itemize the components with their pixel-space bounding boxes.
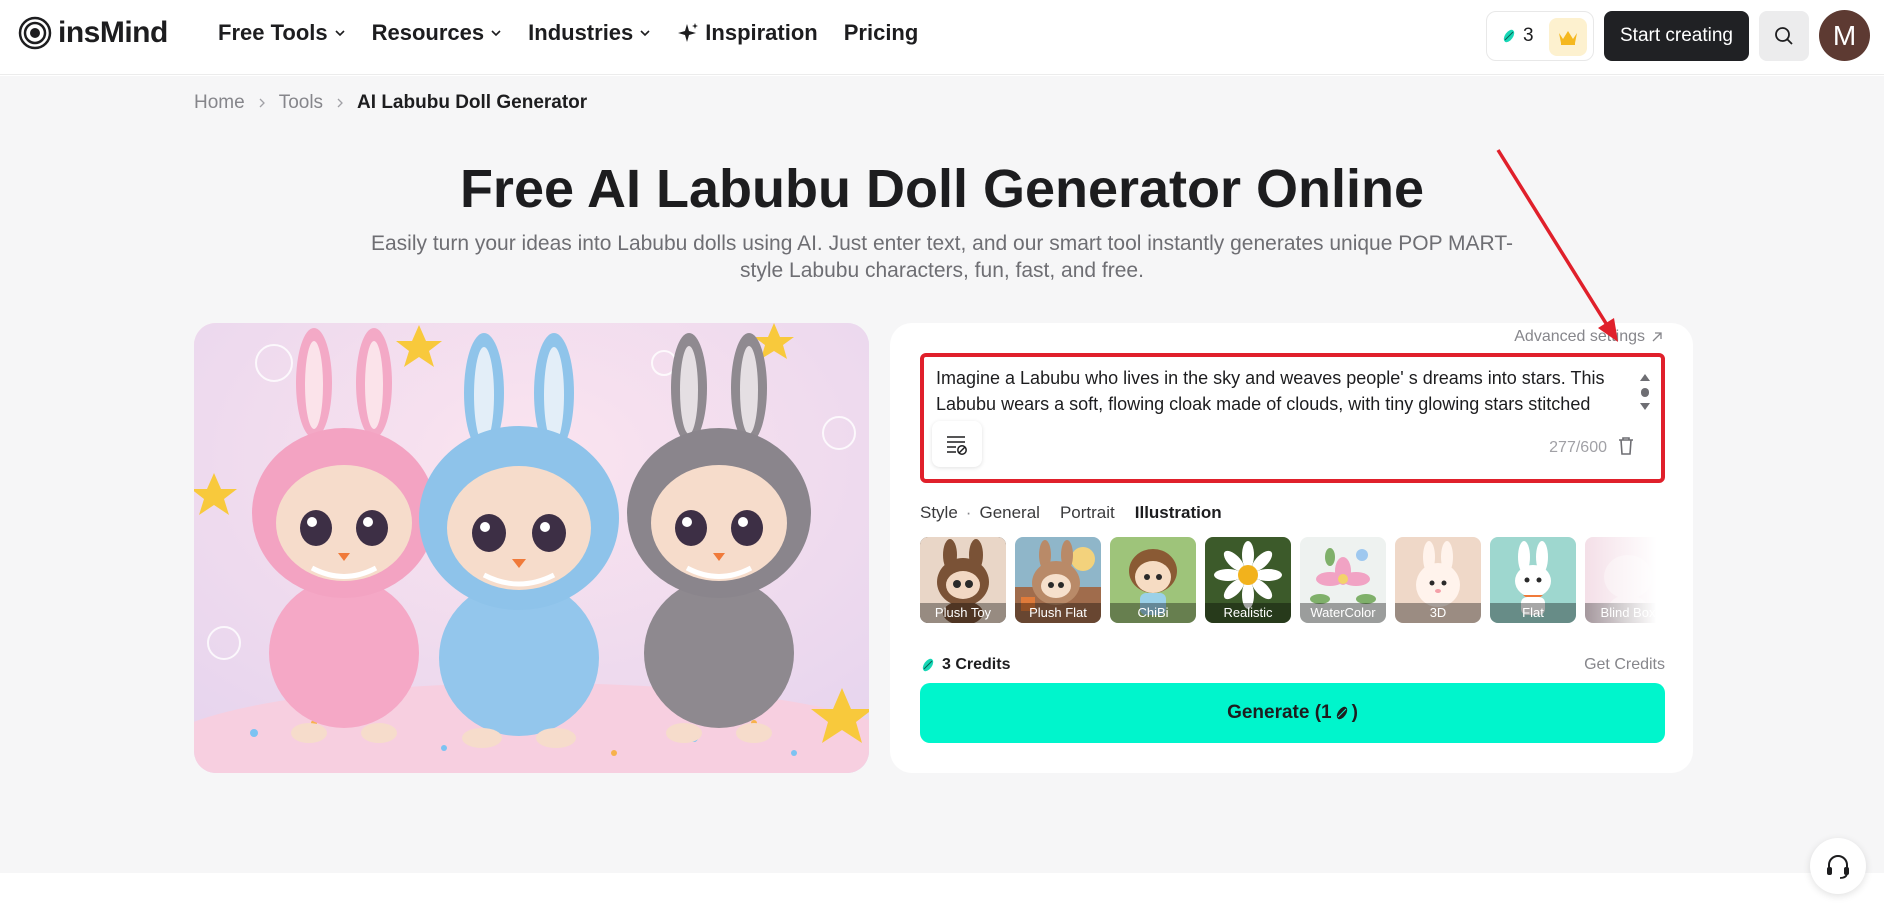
credits-label: 3 Credits bbox=[942, 656, 1011, 673]
generate-suffix: ) bbox=[1351, 702, 1358, 723]
style-3d[interactable]: 3D bbox=[1395, 537, 1481, 623]
logo-text: insMind bbox=[58, 16, 168, 49]
style-plush-toy[interactable]: Plush Toy bbox=[920, 537, 1006, 623]
nav-pricing[interactable]: Pricing bbox=[844, 20, 919, 46]
nav-label: Inspiration bbox=[705, 20, 818, 45]
generate-label: Generate (1 bbox=[1227, 702, 1332, 723]
breadcrumb: Home Tools AI Labubu Doll Generator bbox=[194, 92, 587, 114]
main-nav: Free Tools Resources Industries Inspirat… bbox=[218, 20, 944, 46]
style-caption: WaterColor bbox=[1300, 603, 1386, 623]
nav-label: Industries bbox=[528, 20, 634, 45]
get-credits-link[interactable]: Get Credits bbox=[1584, 656, 1665, 674]
advanced-settings-label: Advanced settings bbox=[1514, 328, 1645, 345]
page-subtitle: Easily turn your ideas into Labubu dolls… bbox=[370, 232, 1514, 282]
style-chibi[interactable]: ChiBi bbox=[1110, 537, 1196, 623]
prompt-box: Imagine a Labubu who lives in the sky an… bbox=[920, 353, 1665, 483]
generator-panel: Advanced settings Imagine a Labubu who l… bbox=[890, 323, 1693, 773]
style-blind-box[interactable]: Blind Box bbox=[1585, 537, 1662, 623]
main-section: Home Tools AI Labubu Doll Generator Free… bbox=[0, 76, 1884, 873]
credits-indicator[interactable]: 3 bbox=[1486, 11, 1594, 61]
upgrade-button[interactable] bbox=[1549, 18, 1587, 56]
chevron-down-icon bbox=[491, 30, 501, 37]
style-tabs: Style · General Portrait Illustration bbox=[920, 503, 1242, 523]
support-button[interactable] bbox=[1810, 838, 1866, 894]
labubu-dolls-illustration bbox=[194, 323, 869, 773]
style-caption: 3D bbox=[1395, 603, 1481, 623]
clear-formatting-button[interactable] bbox=[932, 421, 982, 467]
prompt-input[interactable]: Imagine a Labubu who lives in the sky an… bbox=[936, 365, 1626, 419]
style-caption: Realistic bbox=[1205, 603, 1291, 623]
page-title: Free AI Labubu Doll Generator Online bbox=[459, 159, 1425, 219]
chevron-right-icon bbox=[259, 98, 265, 108]
nav-inspiration[interactable]: Inspiration bbox=[677, 20, 818, 46]
credit-icon bbox=[922, 658, 934, 672]
chevron-down-icon bbox=[335, 30, 345, 37]
style-thumbnails: Plush Toy Plush Flat ChiBi Realistic Wat… bbox=[920, 537, 1662, 625]
breadcrumb-home[interactable]: Home bbox=[194, 92, 245, 114]
top-header: insMind Free Tools Resources Industries … bbox=[0, 0, 1884, 75]
generate-button[interactable]: Generate (1 ) bbox=[920, 683, 1665, 743]
nav-label: Resources bbox=[371, 20, 485, 45]
style-flat[interactable]: Flat bbox=[1490, 537, 1576, 623]
breadcrumb-current: AI Labubu Doll Generator bbox=[357, 92, 588, 113]
start-creating-button[interactable]: Start creating bbox=[1604, 11, 1749, 61]
chevron-right-icon bbox=[337, 98, 343, 108]
advanced-settings-link[interactable]: Advanced settings bbox=[1514, 328, 1663, 346]
example-image bbox=[194, 323, 869, 773]
logo-icon bbox=[18, 16, 52, 50]
avatar[interactable]: M bbox=[1819, 10, 1870, 61]
nav-resources[interactable]: Resources bbox=[372, 20, 503, 46]
style-caption: Blind Box bbox=[1585, 603, 1662, 623]
search-button[interactable] bbox=[1759, 11, 1809, 61]
breadcrumb-tools[interactable]: Tools bbox=[279, 92, 323, 114]
style-caption: Plush Toy bbox=[920, 603, 1006, 623]
style-caption: ChiBi bbox=[1110, 603, 1196, 623]
char-count: 277/600 bbox=[1549, 439, 1607, 456]
style-plush-flat[interactable]: Plush Flat bbox=[1015, 537, 1101, 623]
tab-illustration[interactable]: Illustration bbox=[1135, 503, 1222, 523]
nav-label: Free Tools bbox=[218, 20, 328, 45]
separator-dot: · bbox=[965, 503, 972, 522]
logo[interactable]: insMind bbox=[18, 16, 168, 50]
tab-general[interactable]: General bbox=[979, 503, 1039, 523]
nav-free-tools[interactable]: Free Tools bbox=[218, 20, 346, 46]
search-icon bbox=[1775, 27, 1793, 45]
nav-industries[interactable]: Industries bbox=[528, 20, 651, 46]
text-list-icon bbox=[947, 436, 967, 455]
credit-icon bbox=[1503, 29, 1515, 43]
sparkle-icon bbox=[678, 23, 699, 42]
credits-count: 3 bbox=[1523, 25, 1534, 46]
style-caption: Flat bbox=[1490, 603, 1576, 623]
style-label: Style bbox=[920, 503, 958, 522]
crown-icon bbox=[1559, 31, 1577, 45]
style-realistic[interactable]: Realistic bbox=[1205, 537, 1291, 623]
scrollbar[interactable] bbox=[1637, 371, 1653, 415]
external-arrow-icon bbox=[1652, 332, 1662, 342]
credits-row: 3 Credits Get Credits bbox=[920, 656, 1665, 674]
nav-label: Pricing bbox=[843, 20, 919, 45]
chevron-down-icon bbox=[640, 30, 650, 37]
credit-icon bbox=[1336, 706, 1347, 720]
trash-icon[interactable] bbox=[1617, 436, 1635, 456]
headset-icon bbox=[1827, 855, 1849, 879]
tab-portrait[interactable]: Portrait bbox=[1060, 503, 1115, 523]
style-caption: Plush Flat bbox=[1015, 603, 1101, 623]
style-watercolor[interactable]: WaterColor bbox=[1300, 537, 1386, 623]
